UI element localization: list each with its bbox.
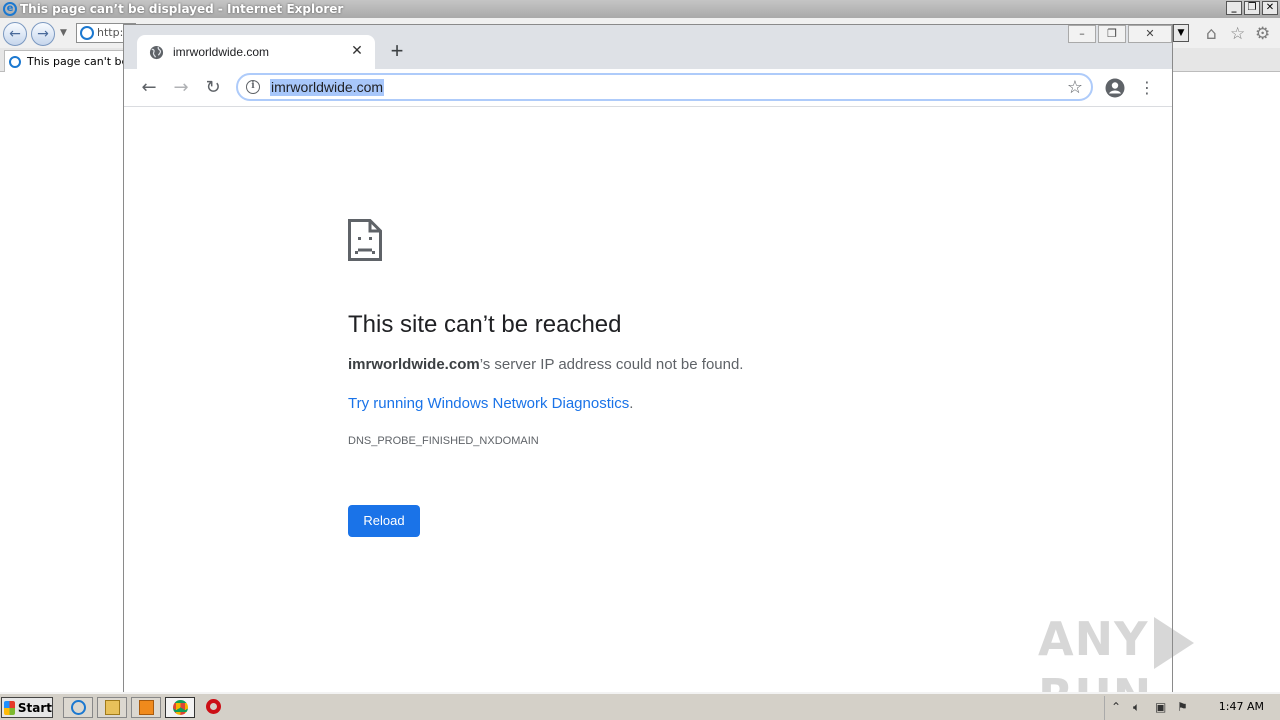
- ie-tab[interactable]: This page can't be displayed: [4, 50, 124, 72]
- opera-icon: [206, 699, 221, 714]
- ie-title-bar: e This page can’t be displayed - Interne…: [0, 0, 1280, 18]
- tab-close-icon[interactable]: ✕: [349, 43, 365, 59]
- chrome-tab-title: imrworldwide.com: [173, 45, 270, 59]
- chrome-window: imrworldwide.com ✕ + – ❐ ✕ ← → ↻ i imrwo…: [123, 24, 1173, 693]
- clock[interactable]: 1:47 AM: [1219, 700, 1264, 713]
- ie-forward-icon[interactable]: →: [31, 22, 55, 46]
- ie-window-controls: _ ❐ ✕: [1226, 1, 1278, 15]
- media-player-icon: [139, 700, 154, 715]
- error-code: DNS_PROBE_FINISHED_NXDOMAIN: [348, 435, 539, 447]
- ie-tab-icon: [9, 55, 21, 68]
- watermark-left: ANY: [1038, 612, 1149, 666]
- taskbar: Start ⌃ 🔈︎ ▣ ⚑ 1:47 AM: [0, 692, 1280, 720]
- chrome-toolbar: ← → ↻ i imrworldwide.com ☆ ⋮: [124, 69, 1172, 107]
- chrome-window-controls: – ❐ ✕: [1068, 25, 1172, 43]
- chrome-menu-icon[interactable]: ⋮: [1135, 76, 1159, 100]
- ie-page-icon: [80, 26, 94, 40]
- ie-tools-gear-icon[interactable]: ⚙: [1255, 24, 1270, 44]
- error-message-suffix: ’s server IP address could not be found.: [479, 356, 744, 373]
- chrome-taskbar-icon: [173, 700, 188, 715]
- taskbar-opera-button[interactable]: [199, 697, 229, 718]
- error-message: imrworldwide.com’s server IP address cou…: [348, 356, 743, 373]
- ie-window-title: This page can’t be displayed - Internet …: [20, 2, 344, 16]
- ie-restore-button[interactable]: ❐: [1244, 1, 1260, 15]
- sad-page-icon: [348, 219, 382, 261]
- error-page: This site can’t be reached imrworldwide.…: [124, 107, 1172, 693]
- ie-close-button[interactable]: ✕: [1262, 1, 1278, 15]
- windows-logo-icon: [4, 700, 15, 715]
- start-label: Start: [17, 700, 52, 715]
- ie-page-body: [0, 72, 124, 692]
- chrome-close-button[interactable]: ✕: [1128, 25, 1172, 43]
- system-tray: ⌃ 🔈︎ ▣ ⚑ 1:47 AM: [1104, 696, 1280, 720]
- folder-icon: [105, 700, 120, 715]
- new-tab-button[interactable]: +: [386, 40, 408, 62]
- chrome-tab[interactable]: imrworldwide.com ✕: [137, 35, 375, 69]
- profile-avatar-icon[interactable]: [1105, 78, 1125, 98]
- chrome-tab-strip: imrworldwide.com ✕ + – ❐ ✕: [124, 25, 1172, 69]
- globe-icon: [149, 45, 164, 59]
- back-arrow-icon[interactable]: ←: [137, 76, 161, 100]
- omnibox[interactable]: i imrworldwide.com ☆: [236, 73, 1093, 101]
- forward-arrow-icon[interactable]: →: [169, 76, 193, 100]
- ie-taskbar-icon: [71, 700, 86, 715]
- tray-expand-icon[interactable]: ⌃: [1111, 700, 1121, 714]
- ie-page-body-right: [1174, 72, 1280, 692]
- action-center-flag-icon[interactable]: ⚑: [1177, 700, 1188, 714]
- ie-logo-icon: e: [3, 2, 17, 16]
- site-info-icon[interactable]: i: [246, 80, 260, 94]
- watermark-play-icon: [1154, 616, 1195, 669]
- diagnostics-line: Try running Windows Network Diagnostics.: [348, 395, 633, 412]
- taskbar-media-player-button[interactable]: [131, 697, 161, 718]
- url-text[interactable]: imrworldwide.com: [270, 79, 385, 96]
- network-icon[interactable]: ▣: [1155, 700, 1166, 714]
- error-title: This site can’t be reached: [348, 311, 622, 338]
- ie-tab-label: This page can't be displayed: [27, 55, 123, 68]
- ie-favorites-icon[interactable]: ☆: [1230, 24, 1245, 44]
- taskbar-chrome-button[interactable]: [165, 697, 195, 718]
- chrome-restore-button[interactable]: ❐: [1098, 25, 1126, 43]
- taskbar-explorer-button[interactable]: [97, 697, 127, 718]
- reload-button[interactable]: Reload: [348, 505, 420, 537]
- reload-icon[interactable]: ↻: [201, 76, 225, 100]
- bookmark-star-icon[interactable]: ☆: [1067, 77, 1083, 98]
- chrome-minimize-button[interactable]: –: [1068, 25, 1096, 43]
- taskbar-ie-button[interactable]: [63, 697, 93, 718]
- ie-home-icon[interactable]: ⌂: [1206, 24, 1217, 44]
- network-diagnostics-link[interactable]: Try running Windows Network Diagnostics: [348, 395, 629, 412]
- volume-icon[interactable]: 🔈︎: [1133, 700, 1140, 715]
- diagnostics-period: .: [629, 395, 634, 412]
- ie-minimize-button[interactable]: _: [1226, 1, 1242, 15]
- ie-address-dropdown-icon[interactable]: ▼: [1173, 24, 1189, 42]
- ie-back-icon[interactable]: ←: [3, 22, 27, 46]
- ie-history-dropdown-icon[interactable]: ▼: [60, 28, 67, 38]
- error-host: imrworldwide.com: [348, 356, 480, 373]
- start-button[interactable]: Start: [1, 697, 53, 718]
